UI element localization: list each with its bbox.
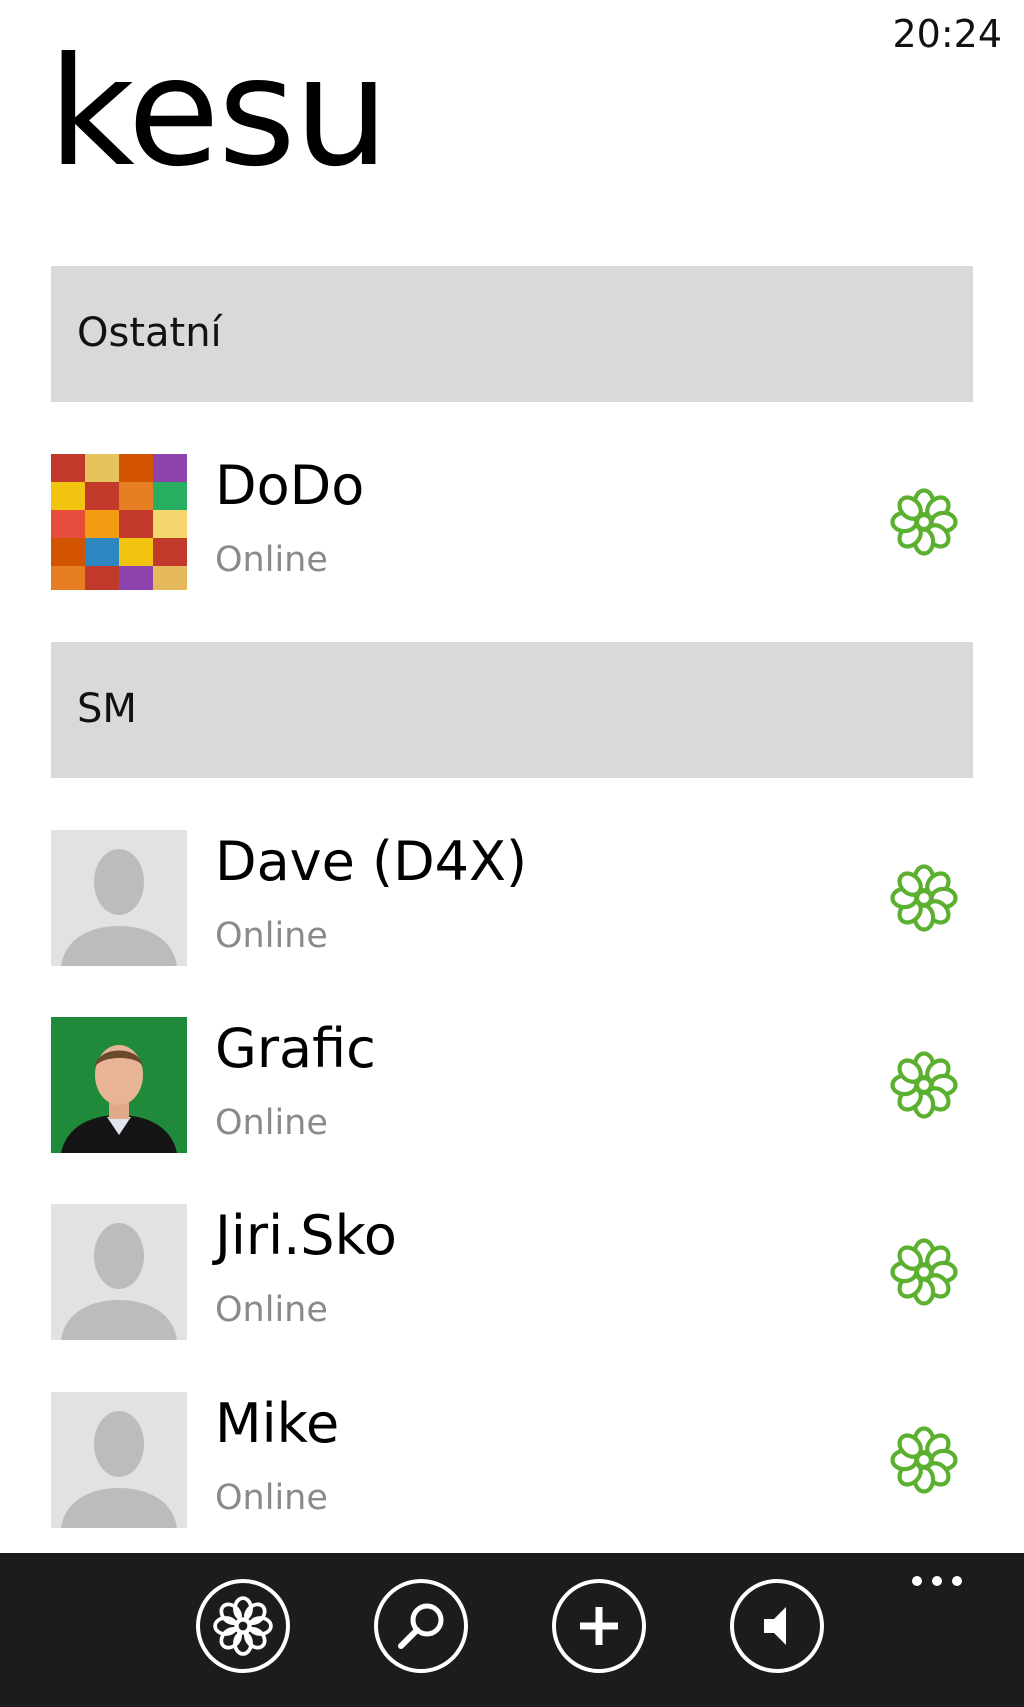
contact-item[interactable]: Jiri.Sko Online bbox=[51, 1204, 973, 1340]
status-time: 20:24 bbox=[892, 12, 1002, 56]
search-button[interactable] bbox=[374, 1579, 468, 1673]
online-status-icon bbox=[889, 863, 959, 933]
contact-status: Online bbox=[215, 1478, 328, 1518]
icq-flower-icon bbox=[213, 1596, 273, 1656]
contact-item[interactable]: DoDo Online bbox=[51, 454, 973, 590]
avatar bbox=[51, 1392, 187, 1528]
page-title: kesu bbox=[48, 26, 389, 200]
app-bar bbox=[0, 1553, 1024, 1707]
speaker-icon bbox=[764, 1607, 786, 1645]
search-icon bbox=[398, 1603, 444, 1649]
avatar bbox=[51, 454, 187, 590]
group-header-sm[interactable]: SM bbox=[51, 642, 973, 778]
contact-item[interactable]: Dave (D4X) Online bbox=[51, 830, 973, 966]
contact-name: Mike bbox=[215, 1392, 340, 1455]
contact-status: Online bbox=[215, 916, 328, 956]
contact-name: Dave (D4X) bbox=[215, 830, 528, 893]
avatar bbox=[51, 1204, 187, 1340]
group-header-label: SM bbox=[77, 686, 137, 732]
sound-button[interactable] bbox=[730, 1579, 824, 1673]
contact-name: Grafic bbox=[215, 1017, 376, 1080]
avatar bbox=[51, 830, 187, 966]
contact-name: DoDo bbox=[215, 454, 365, 517]
more-icon[interactable] bbox=[912, 1571, 972, 1587]
online-status-icon bbox=[889, 1425, 959, 1495]
add-button[interactable] bbox=[552, 1579, 646, 1673]
contact-status: Online bbox=[215, 1103, 328, 1143]
avatar bbox=[51, 1017, 187, 1153]
contact-item[interactable]: Mike Online bbox=[51, 1392, 973, 1528]
online-status-icon bbox=[889, 487, 959, 557]
online-status-icon bbox=[889, 1050, 959, 1120]
add-icon bbox=[580, 1607, 618, 1645]
group-header-ostatni[interactable]: Ostatní bbox=[51, 266, 973, 402]
contact-item[interactable]: Grafic Online bbox=[51, 1017, 973, 1153]
contact-status: Online bbox=[215, 540, 328, 580]
contact-name: Jiri.Sko bbox=[215, 1204, 397, 1267]
group-header-label: Ostatní bbox=[77, 310, 222, 356]
contact-status: Online bbox=[215, 1290, 328, 1330]
online-status-icon bbox=[889, 1237, 959, 1307]
icq-flower-button[interactable] bbox=[196, 1579, 290, 1673]
